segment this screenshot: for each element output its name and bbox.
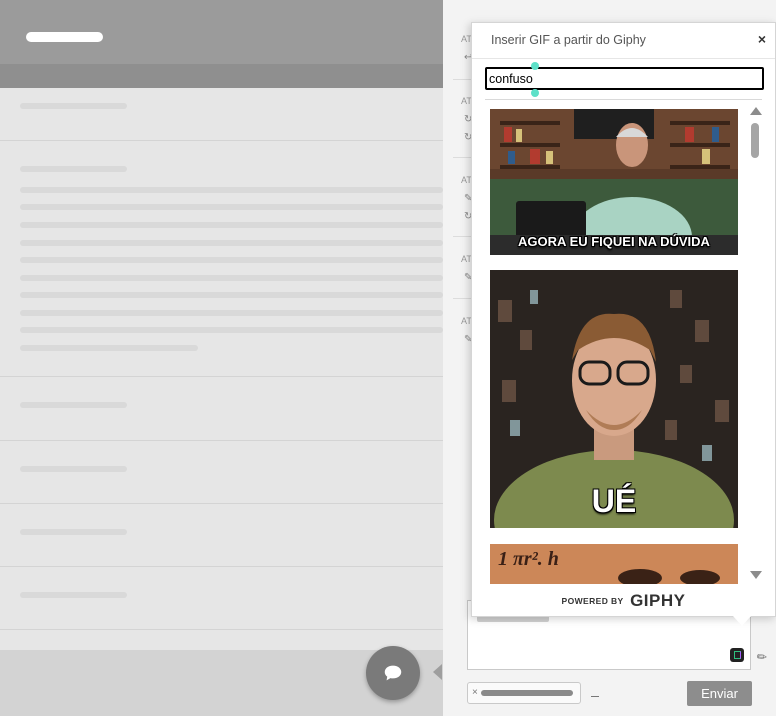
- scroll-down-arrow-icon[interactable]: [750, 571, 762, 579]
- giphy-button[interactable]: [730, 648, 744, 662]
- chat-button[interactable]: [366, 646, 420, 700]
- chat-bubble-icon: [384, 665, 402, 681]
- scrollbar-thumb[interactable]: [751, 123, 759, 158]
- divider: [472, 58, 775, 59]
- powered-by-giphy: POWERED BY GIPHY: [472, 591, 775, 611]
- skeleton-line: [20, 204, 443, 210]
- skeleton-line: [20, 529, 127, 535]
- divider: [0, 566, 443, 567]
- remove-cc-icon[interactable]: ×: [472, 687, 478, 698]
- divider: [0, 503, 443, 504]
- popover-title: Inserir GIF a partir do Giphy: [491, 33, 646, 47]
- close-icon[interactable]: ×: [758, 31, 766, 47]
- skeleton-line: [20, 592, 127, 598]
- skeleton-line: [20, 310, 443, 316]
- skeleton-line: [20, 240, 443, 246]
- skeleton-line: [20, 166, 127, 172]
- divider: [0, 629, 443, 630]
- divider: [0, 376, 443, 377]
- text-cursor-handle[interactable]: [531, 89, 539, 97]
- skeleton-line: [20, 466, 127, 472]
- ticket-header: [0, 0, 443, 64]
- gif-result[interactable]: UÉ: [490, 270, 738, 528]
- separator: [591, 696, 599, 697]
- gif-result[interactable]: 1 πr². h: [490, 544, 738, 584]
- skeleton-line: [20, 187, 443, 193]
- cc-recipient-placeholder: [481, 690, 573, 696]
- collapse-arrow-icon[interactable]: [433, 664, 442, 680]
- send-button[interactable]: Enviar: [687, 681, 752, 706]
- text-cursor-handle[interactable]: [531, 62, 539, 70]
- skeleton-line: [20, 327, 443, 333]
- ticket-subheader: [0, 64, 443, 88]
- gif-caption: 1 πr². h: [498, 548, 559, 570]
- ticket-main-area: [0, 0, 443, 716]
- gif-caption: AGORA EU FIQUEI NA DÚVIDA: [518, 234, 710, 249]
- skeleton-line: [20, 345, 198, 351]
- ticket-title-placeholder: [26, 32, 103, 42]
- gif-search-input[interactable]: [485, 67, 764, 90]
- gif-caption: UÉ: [591, 483, 637, 519]
- skeleton-line: [20, 292, 443, 298]
- gif-result[interactable]: AGORA EU FIQUEI NA DÚVIDA: [490, 109, 738, 255]
- skeleton-line: [20, 275, 443, 281]
- skeleton-line: [20, 257, 443, 263]
- divider: [0, 440, 443, 441]
- popover-tail: [733, 616, 751, 626]
- skeleton-line: [20, 103, 127, 109]
- divider: [0, 140, 443, 141]
- skeleton-line: [20, 402, 127, 408]
- divider: [485, 99, 762, 100]
- powered-by-label: POWERED BY: [561, 596, 624, 606]
- skeleton-line: [20, 222, 443, 228]
- giphy-logo-icon: [733, 651, 741, 659]
- giphy-logo-text: GIPHY: [630, 591, 686, 610]
- scroll-up-arrow-icon[interactable]: [750, 107, 762, 115]
- giphy-popover: Inserir GIF a partir do Giphy × AGORA EU…: [471, 22, 776, 617]
